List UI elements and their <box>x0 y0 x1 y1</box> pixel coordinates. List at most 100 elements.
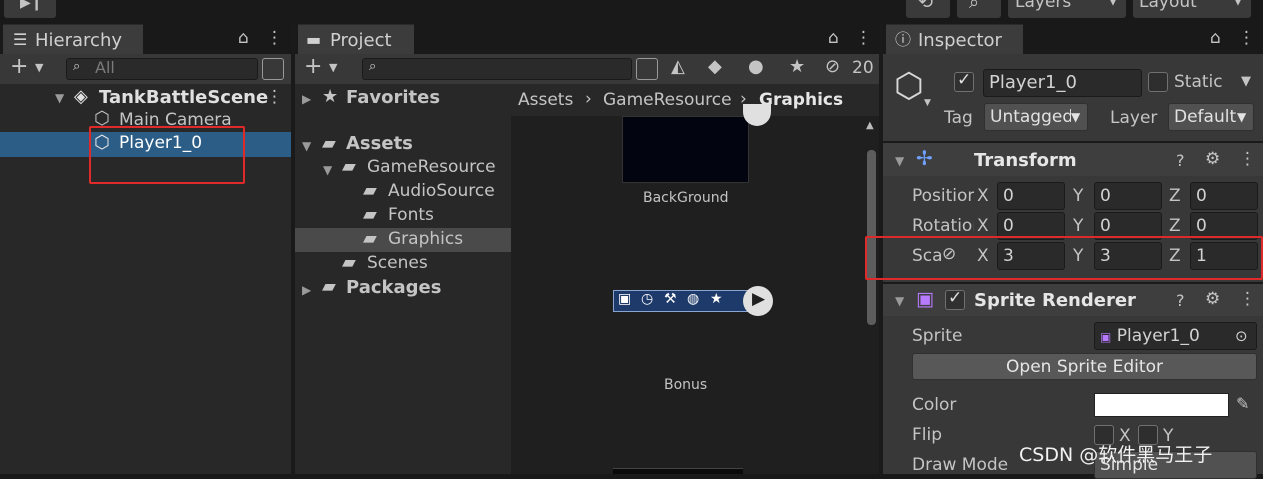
chevron-right-icon: › <box>585 89 592 109</box>
more-options-icon[interactable]: ⋮ <box>1239 289 1256 309</box>
lock-icon[interactable]: ⌂ <box>828 28 839 48</box>
search-placeholder: All <box>95 58 115 77</box>
layers-label: Layers <box>1015 0 1072 12</box>
tab-inspector[interactable]: ⓘ Inspector <box>886 24 1023 54</box>
sprite-field[interactable]: ▣ Player1_0 ⊙ <box>1094 322 1257 350</box>
tree-favorites[interactable]: Favorites <box>346 87 440 108</box>
chevron-down-icon[interactable]: ▼ <box>1241 74 1251 89</box>
object-name-field[interactable]: Player1_0 <box>983 69 1142 97</box>
folder-icon: ▰ <box>322 276 336 297</box>
step-button[interactable]: ▶❙ <box>4 0 56 18</box>
search-options-button[interactable] <box>636 58 658 80</box>
color-swatch[interactable] <box>1094 393 1229 417</box>
tree-packages[interactable]: Packages <box>346 277 441 298</box>
folder-icon: ▰ <box>363 228 377 249</box>
presets-icon[interactable]: ⚙ <box>1205 289 1220 309</box>
scene-name[interactable]: TankBattleScene <box>99 87 268 108</box>
more-options-icon[interactable]: ⋮ <box>1238 28 1255 48</box>
asset-label-bonus[interactable]: Bonus <box>664 377 707 393</box>
tree-graphics[interactable]: Graphics <box>388 229 463 249</box>
position-x-field[interactable]: 0 <box>997 182 1065 210</box>
layers-dropdown[interactable]: Layers ▼ <box>1008 0 1126 18</box>
tree-fonts[interactable]: Fonts <box>388 205 434 225</box>
axis-z-label: Z <box>1169 186 1181 206</box>
lock-icon[interactable]: ⌂ <box>1210 28 1221 48</box>
breadcrumb-graphics[interactable]: Graphics <box>759 90 843 110</box>
static-checkbox[interactable] <box>1148 72 1168 92</box>
folder-icon: ▰ <box>342 252 356 273</box>
layer-dropdown[interactable]: Default ▼ <box>1168 103 1254 131</box>
play-preview-icon[interactable]: ▶ <box>743 286 773 316</box>
active-checkbox[interactable]: ✓ <box>954 70 974 92</box>
search-icon: ⌕ <box>969 0 980 13</box>
tag-value: Untagged <box>990 107 1074 127</box>
tab-hierarchy[interactable]: ☰ Hierarchy <box>3 24 143 54</box>
axis-x-label: X <box>977 186 989 206</box>
asset-label-background[interactable]: BackGround <box>643 190 728 206</box>
rotation-z-value: 0 <box>1196 216 1207 236</box>
object-name-value: Player1_0 <box>989 72 1077 93</box>
breadcrumb-assets[interactable]: Assets <box>518 90 573 110</box>
help-icon[interactable]: ? <box>1176 151 1185 170</box>
project-tab-label: Project <box>330 30 392 51</box>
tree-game-resource[interactable]: GameResource <box>367 157 496 177</box>
asset-thumbnail-background[interactable] <box>622 116 749 183</box>
position-y-field[interactable]: 0 <box>1094 182 1162 210</box>
chevron-down-icon[interactable]: ▼ <box>35 61 43 74</box>
more-options-icon[interactable]: ⋮ <box>266 28 283 48</box>
label-filter-icon[interactable]: ◆ <box>708 56 722 77</box>
open-sprite-editor-button[interactable]: Open Sprite Editor <box>912 353 1257 380</box>
rotation-x-value: 0 <box>1003 216 1014 236</box>
more-options-icon[interactable]: ⋮ <box>855 28 872 48</box>
hidden-packages-icon[interactable]: ⊘ <box>825 56 840 77</box>
tree-audio-source[interactable]: AudioSource <box>388 181 495 201</box>
asset-thumbnail-next[interactable] <box>613 468 743 474</box>
asset-thumbnail-bonus[interactable]: ▣ ◷ ⚒ ◍ ★ <box>613 290 753 312</box>
scroll-up-icon[interactable]: ▲ <box>866 120 874 131</box>
history-button[interactable]: ⟲ <box>906 0 950 18</box>
project-search-input[interactable]: ⌕ <box>362 58 632 80</box>
object-picker-icon[interactable]: ⊙ <box>1235 323 1248 349</box>
lock-icon[interactable]: ⌂ <box>238 28 249 48</box>
layout-dropdown[interactable]: Layout ▼ <box>1133 0 1251 18</box>
help-icon[interactable]: ? <box>1176 291 1185 310</box>
favorite-star-icon[interactable]: ★ <box>789 56 805 77</box>
expand-arrow-icon[interactable]: ▼ <box>323 163 332 177</box>
more-options-icon[interactable]: ⋮ <box>1239 149 1256 169</box>
presets-icon[interactable]: ⚙ <box>1205 149 1220 169</box>
sprite-label: Sprite <box>912 326 963 346</box>
chevron-down-icon: ▼ <box>924 98 931 108</box>
collapse-arrow-icon[interactable]: ▶ <box>302 283 311 297</box>
star-icon: ★ <box>322 86 339 107</box>
tag-dropdown[interactable]: Untagged ▼ <box>984 103 1088 131</box>
collapse-arrow-icon[interactable]: ▶ <box>302 92 311 106</box>
sprite-renderer-enabled-checkbox[interactable]: ✓ <box>945 288 965 310</box>
expand-arrow-icon[interactable]: ▼ <box>895 154 904 168</box>
expand-arrow-icon[interactable]: ▼ <box>895 294 904 308</box>
sprite-renderer-title: Sprite Renderer <box>974 290 1136 311</box>
folder-icon: ▰ <box>342 156 356 177</box>
more-options-icon[interactable]: ⋮ <box>266 87 283 107</box>
transform-title: Transform <box>974 150 1077 171</box>
axis-y-label: Y <box>1073 186 1084 206</box>
transform-icon: ✢ <box>916 146 933 170</box>
draw-mode-label: Draw Mode <box>912 455 1009 475</box>
folder-icon: ▰ <box>322 133 336 154</box>
tree-assets[interactable]: Assets <box>346 133 413 154</box>
chevron-down-icon[interactable]: ▼ <box>329 61 337 74</box>
expand-arrow-icon[interactable]: ▼ <box>55 91 64 105</box>
tab-project[interactable]: ▬ Project <box>298 24 414 54</box>
search-button[interactable]: ⌕ <box>957 0 1001 18</box>
position-z-field[interactable]: 0 <box>1190 182 1258 210</box>
tree-scenes[interactable]: Scenes <box>367 253 428 273</box>
search-options-button[interactable] <box>262 58 284 80</box>
add-icon[interactable]: + <box>304 54 322 79</box>
folder-icon: ▬ <box>306 30 322 49</box>
warning-filter-icon[interactable]: ● <box>748 56 764 77</box>
eyedropper-icon[interactable]: ✎ <box>1236 394 1249 413</box>
breadcrumb-game-resource[interactable]: GameResource <box>603 90 732 110</box>
expand-arrow-icon[interactable]: ▼ <box>302 139 311 153</box>
hierarchy-search-input[interactable]: ⌕ All <box>66 58 258 80</box>
type-filter-icon[interactable]: ◭ <box>671 56 685 77</box>
add-icon[interactable]: + <box>10 54 28 79</box>
